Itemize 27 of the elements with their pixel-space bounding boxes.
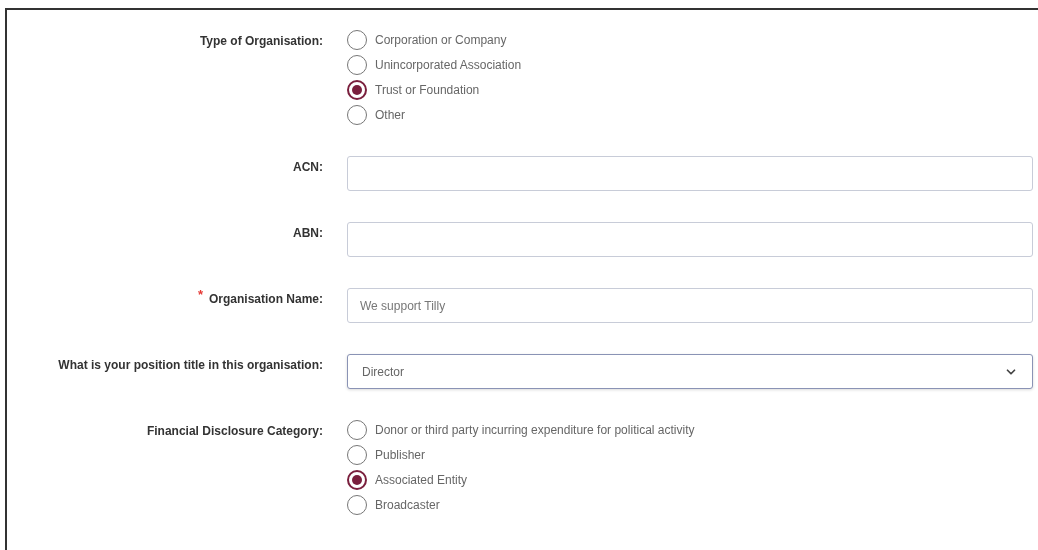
radio-option[interactable]: Corporation or Company [347, 30, 522, 50]
field-label: ABN: [293, 225, 323, 242]
radio-option[interactable]: Publisher [347, 445, 695, 465]
text-field[interactable]: We support Tilly [347, 288, 1033, 323]
radio-button[interactable] [347, 30, 367, 50]
field-label: What is your position title in this organisation: [58, 357, 323, 374]
radio-button[interactable] [347, 495, 367, 515]
radio-button[interactable] [347, 445, 367, 465]
text-field[interactable] [347, 222, 1033, 257]
field-label: ACN: [293, 159, 323, 176]
radio-button[interactable] [347, 470, 367, 490]
radio-option[interactable]: Associated Entity [347, 470, 695, 490]
select-dropdown[interactable]: Director [347, 354, 1033, 389]
field-label: Financial Disclosure Category: [146, 423, 323, 440]
radio-option[interactable]: Unincorporated Association [347, 55, 522, 75]
radio-option[interactable]: Broadcaster [347, 495, 695, 515]
radio-button[interactable] [347, 105, 367, 125]
field-label: Organisation Name: [208, 291, 323, 308]
radio-button[interactable] [347, 420, 367, 440]
text-field[interactable] [347, 156, 1033, 191]
radio-option[interactable]: Donor or third party incurring expenditure for political activity [347, 420, 695, 440]
required-asterisk: * [197, 288, 203, 301]
radio-option[interactable]: Other [347, 105, 522, 125]
radio-button[interactable] [347, 55, 367, 75]
radio-button[interactable] [347, 80, 367, 100]
field-label: Type of Organisation: [199, 33, 323, 50]
radio-option[interactable]: Trust or Foundation [347, 80, 522, 100]
